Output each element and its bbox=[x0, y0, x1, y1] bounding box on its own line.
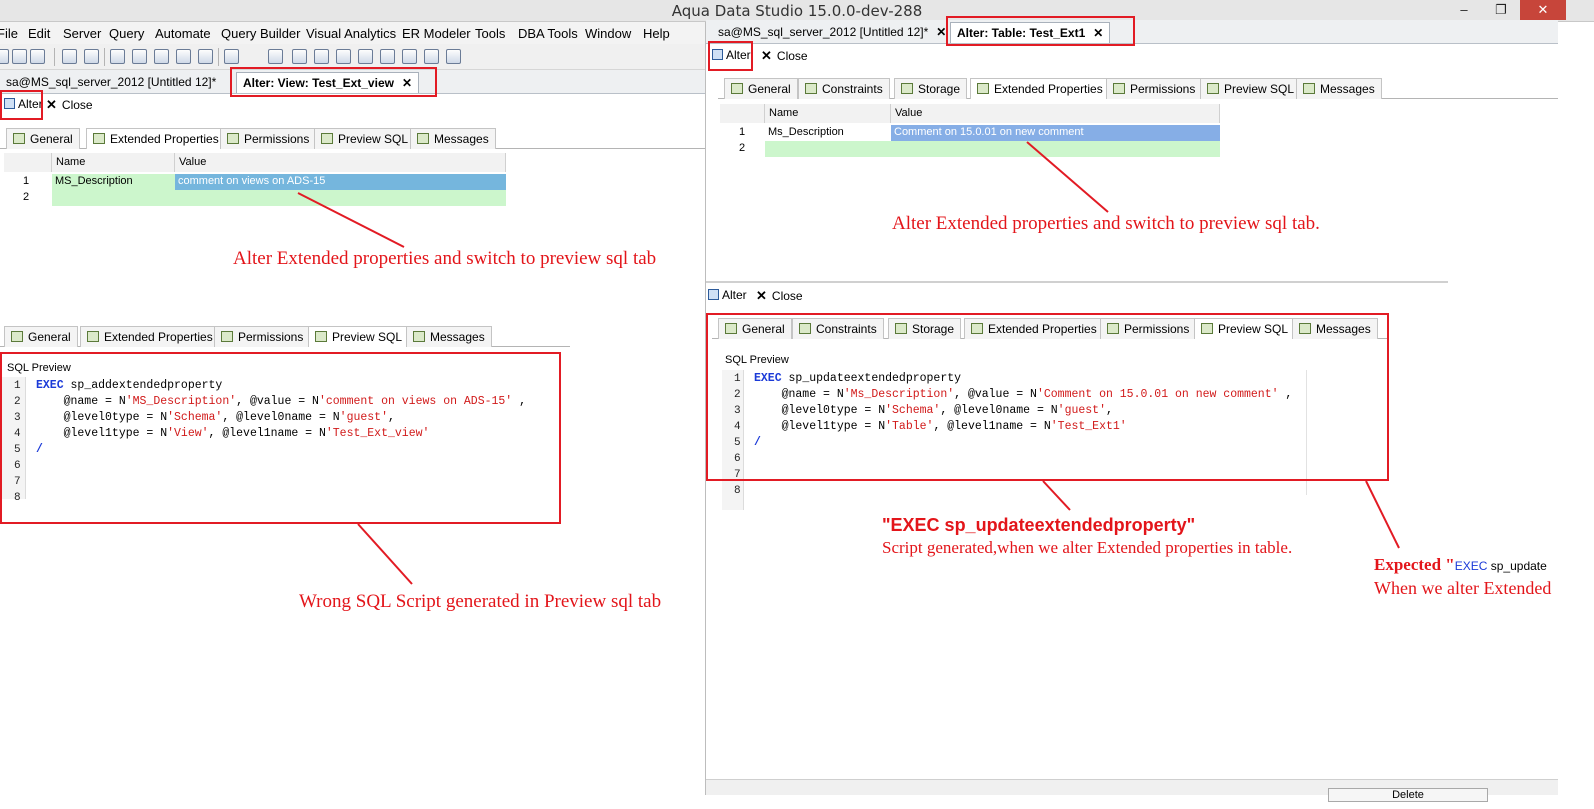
arrow-line bbox=[357, 523, 413, 585]
arrow-line bbox=[1365, 480, 1400, 549]
annotation-arrows bbox=[297, 141, 1400, 585]
arrow-line bbox=[297, 192, 405, 248]
arrow-line bbox=[1042, 480, 1071, 511]
arrow-line bbox=[1026, 141, 1109, 213]
